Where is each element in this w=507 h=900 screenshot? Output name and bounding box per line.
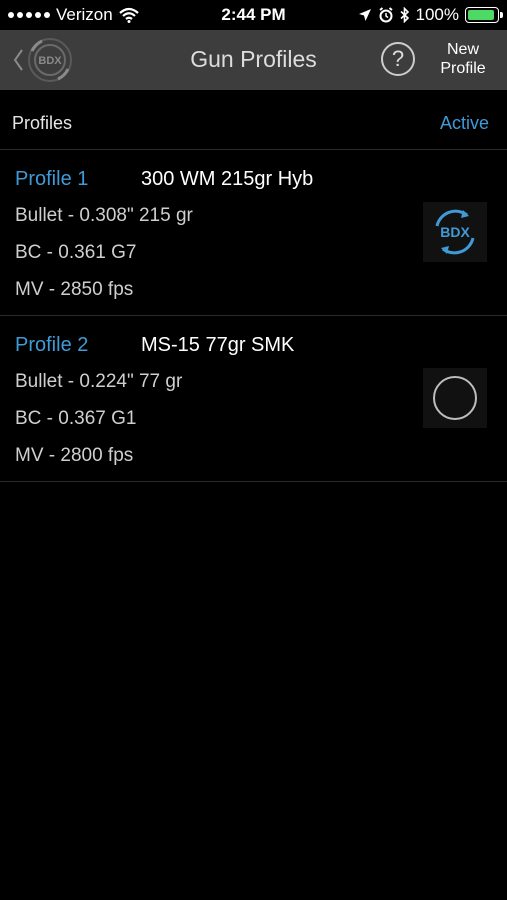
status-right: 100%	[358, 5, 503, 25]
new-profile-line2: Profile	[440, 60, 486, 77]
alarm-icon	[378, 7, 393, 23]
profile-title: MS-15 77gr SMK	[141, 334, 295, 356]
active-header-label: Active	[439, 113, 489, 133]
status-bar: Verizon 2:44 PM 100%	[0, 0, 507, 30]
new-profile-line1: New	[446, 41, 479, 58]
profile-name: Profile 2	[15, 334, 89, 356]
profile-bc: BC - 0.367 G1	[15, 408, 137, 429]
svg-text:BDX: BDX	[440, 224, 470, 240]
profile-bullet: Bullet - 0.308" 215 gr	[15, 205, 193, 226]
nav-bar: BDX Gun Profiles ? New Profile	[0, 30, 507, 90]
profile-name: Profile 1	[15, 168, 89, 190]
new-profile-button[interactable]: New Profile	[432, 40, 494, 78]
profiles-header-label: Profiles	[12, 113, 73, 133]
battery-percent: 100%	[415, 5, 459, 24]
profile-bullet: Bullet - 0.224" 77 gr	[15, 371, 183, 392]
empty-circle-icon	[433, 376, 477, 420]
location-arrow-icon	[358, 9, 371, 21]
active-bdx-sync-indicator[interactable]: BDX	[423, 202, 487, 262]
profile-row-2[interactable]: Profile 2 MS-15 77gr SMK Bullet - 0.224"…	[0, 316, 507, 482]
profile-title: 300 WM 215gr Hyb	[141, 168, 314, 190]
bluetooth-icon	[399, 7, 409, 23]
bdx-sync-icon: BDX	[435, 209, 475, 255]
list-header: Profiles Active	[0, 90, 507, 150]
help-button[interactable]: ?	[381, 42, 415, 76]
inactive-radio-button[interactable]	[423, 368, 487, 428]
profile-mv: MV - 2800 fps	[15, 445, 134, 466]
battery-icon	[465, 7, 503, 23]
profile-row-1[interactable]: Profile 1 300 WM 215gr Hyb Bullet - 0.30…	[0, 150, 507, 316]
profile-mv: MV - 2850 fps	[15, 279, 134, 300]
page-title: Gun Profiles	[190, 46, 317, 72]
profile-bc: BC - 0.361 G7	[15, 242, 137, 263]
